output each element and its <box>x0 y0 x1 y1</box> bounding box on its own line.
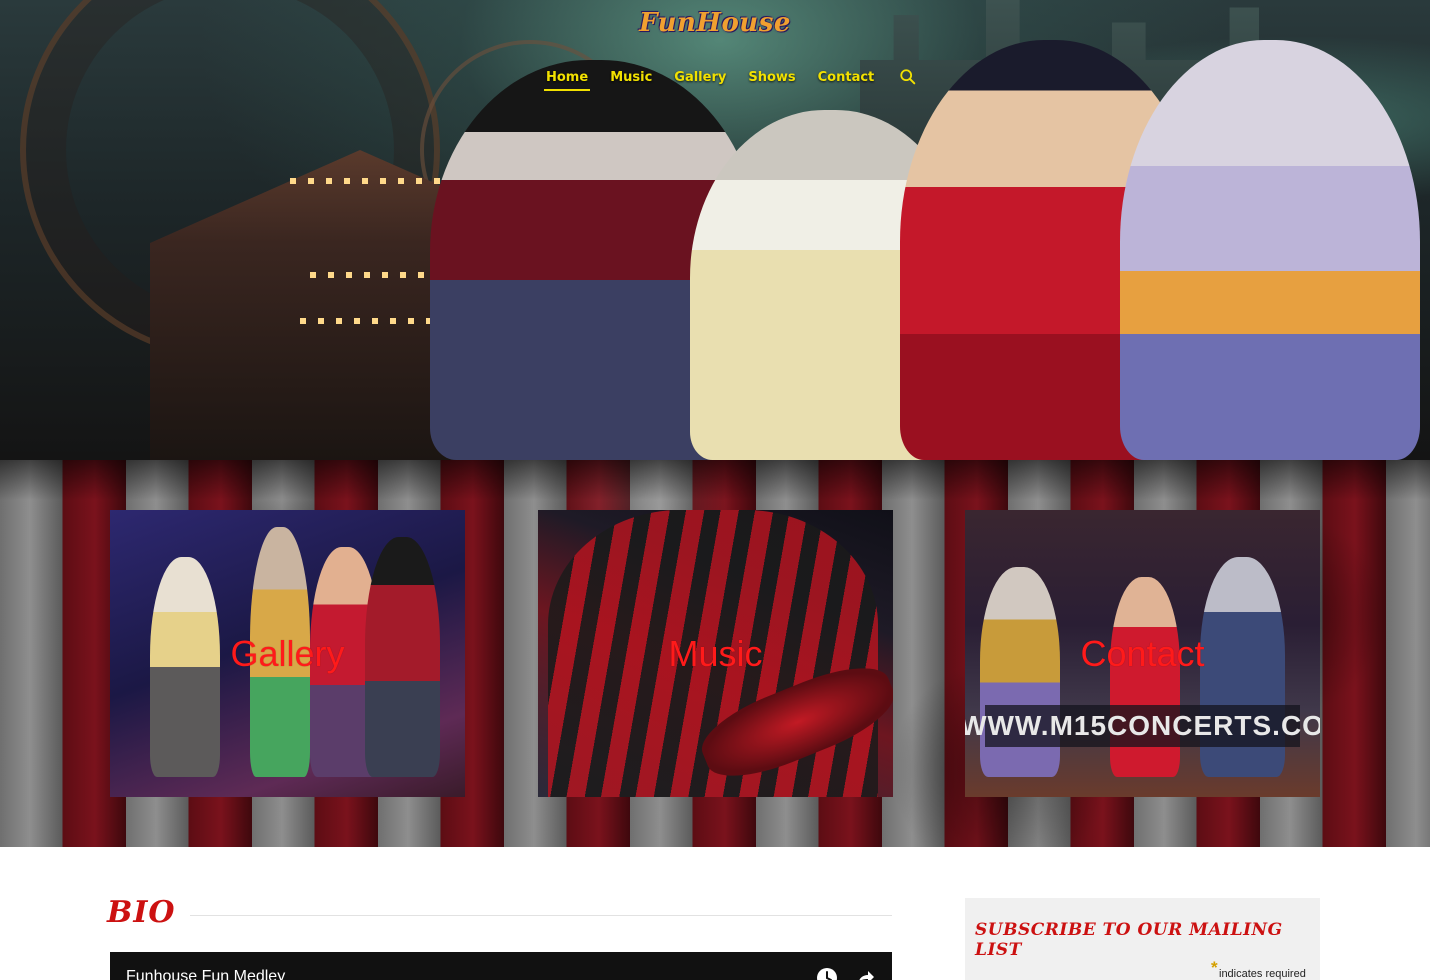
card-photo-figure <box>150 557 220 777</box>
contact-card-label[interactable]: Contact <box>1080 633 1204 675</box>
gallery-card[interactable]: Gallery <box>110 510 465 797</box>
subscribe-title: SUBSCRIBE TO OUR MAILING LIST <box>975 920 1283 960</box>
mailing-list-widget: SUBSCRIBE TO OUR MAILING LIST * indicate… <box>965 898 1320 980</box>
main-nav: Home Music Gallery Shows Contact <box>535 65 917 91</box>
search-icon[interactable] <box>899 68 917 86</box>
gallery-card-label[interactable]: Gallery <box>230 633 344 675</box>
nav-contact[interactable]: Contact <box>807 65 886 89</box>
bio-heading: BIO <box>107 895 892 930</box>
concerts-banner: WWW.M15CONCERTS.CO <box>965 705 1320 747</box>
bio-title: BIO <box>107 895 176 930</box>
promo-section: Gallery Music WWW.M15CONCERTS.CO Contact <box>0 460 1430 847</box>
video-title[interactable]: Funhouse Fun Medley <box>126 958 800 980</box>
music-card-label[interactable]: Music <box>668 633 762 675</box>
logo-text: FunHouse <box>639 8 791 38</box>
share-icon[interactable] <box>854 967 876 980</box>
video-player[interactable]: Funhouse Fun Medley <box>110 952 892 980</box>
required-asterisk: * <box>1211 958 1218 977</box>
clock-icon[interactable] <box>816 967 838 980</box>
card-photo-figure <box>365 537 440 777</box>
performer-harlequin-clown <box>1120 40 1420 460</box>
contact-card[interactable]: WWW.M15CONCERTS.CO Contact <box>965 510 1320 797</box>
divider <box>189 915 892 916</box>
music-card[interactable]: Music <box>538 510 893 797</box>
required-note: indicates required <box>1219 968 1306 980</box>
nav-gallery[interactable]: Gallery <box>663 65 737 89</box>
nav-home[interactable]: Home <box>535 65 599 91</box>
nav-music[interactable]: Music <box>599 65 663 89</box>
nav-shows[interactable]: Shows <box>737 65 806 89</box>
site-logo[interactable]: FunHouse <box>639 0 790 46</box>
card-photo-figure <box>1110 577 1180 777</box>
